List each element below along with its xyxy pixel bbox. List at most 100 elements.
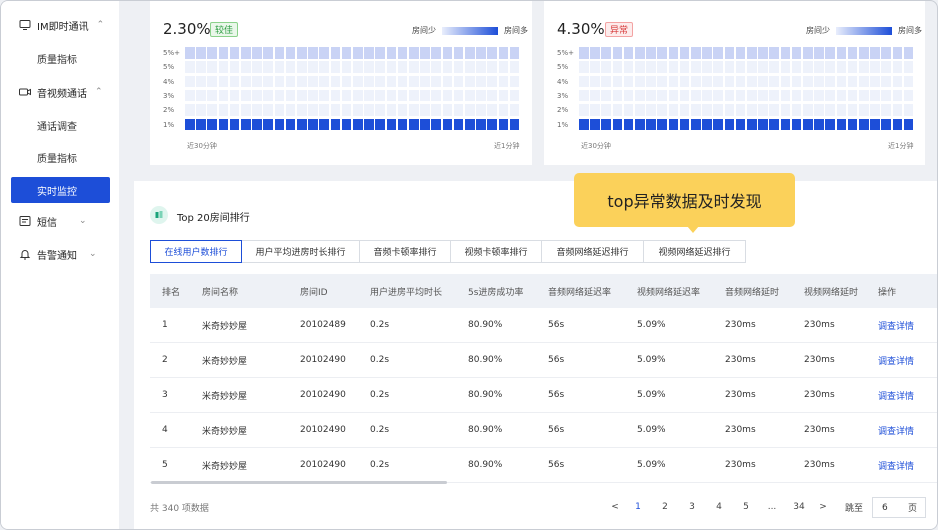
tab-avg-join-time[interactable]: 用户平均进房时长排行: [242, 240, 360, 263]
page-button[interactable]: 4: [713, 499, 725, 515]
heat-cell: [870, 89, 880, 102]
heat-cell: [297, 47, 307, 59]
heat-cell: [724, 61, 735, 73]
y-axis-tick: 4%: [163, 77, 175, 86]
heat-cell: [285, 61, 296, 73]
heat-cell: [341, 75, 352, 88]
heat-cell: [465, 118, 475, 130]
heat-cell: [319, 89, 329, 102]
column-header: 用户进房平均时长: [370, 287, 443, 298]
page-button[interactable]: 1: [632, 499, 644, 515]
heat-cell: [263, 89, 273, 102]
sidebar-group-av[interactable]: 音视频通话 ⌃: [19, 82, 103, 102]
tab-audio-delay[interactable]: 音频网络延迟排行: [542, 240, 644, 263]
page-button[interactable]: 3: [686, 499, 698, 515]
heat-cell: [375, 89, 385, 102]
heat-cell: [612, 75, 623, 88]
heat-cell: [196, 61, 206, 73]
heat-cell: [859, 89, 869, 102]
tab-online-users[interactable]: 在线用户数排行: [150, 240, 242, 263]
investigate-details-link[interactable]: 调查详情: [878, 343, 914, 377]
table-cell: 2: [162, 355, 168, 365]
heat-cell: [207, 47, 217, 59]
sidebar-group-sms[interactable]: 短信 ⌄: [19, 211, 87, 231]
tab-video-stutter[interactable]: 视频卡顿率排行: [451, 240, 542, 263]
heat-cell: [431, 61, 441, 73]
heat-cell: [635, 47, 645, 59]
heat-cell: [453, 75, 464, 88]
heat-cell: [431, 89, 441, 102]
page-ellipsis[interactable]: ...: [764, 499, 780, 515]
heat-cell: [836, 118, 847, 130]
heat-cell: [859, 118, 869, 130]
heat-cell: [657, 104, 667, 116]
investigate-details-link[interactable]: 调查详情: [878, 413, 914, 447]
heat-cell: [814, 47, 824, 59]
heat-cell: [319, 47, 329, 59]
heat-cell: [668, 75, 679, 88]
sidebar-item-realtime-monitor[interactable]: 实时监控: [11, 177, 110, 203]
column-header: 5s进房成功率: [468, 287, 524, 298]
column-header: 音频网络延时: [725, 287, 780, 298]
investigate-details-link[interactable]: 调查详情: [878, 308, 914, 342]
page-button[interactable]: 2: [659, 499, 671, 515]
table-row: 5 米奇妙妙屋 20102490 0.2s 80.90% 56s 5.09% 230ms 230…: [150, 448, 937, 483]
heat-cell: [892, 75, 903, 88]
heat-cell: [735, 61, 746, 73]
heat-cell: [668, 61, 679, 73]
heat-cell: [646, 104, 656, 116]
ranking-tabs: 在线用户数排行 用户平均进房时长排行 音频卡顿率排行 视频卡顿率排行 音频网络延…: [150, 240, 746, 263]
heat-cell: [646, 75, 656, 88]
investigate-details-link[interactable]: 调查详情: [878, 378, 914, 412]
tab-audio-stutter[interactable]: 音频卡顿率排行: [360, 240, 451, 263]
table-cell: 1: [162, 320, 168, 330]
next-page-button[interactable]: >: [818, 499, 828, 515]
heat-cell: [274, 61, 285, 73]
heat-cell: [274, 75, 285, 88]
page-unit: 页: [907, 504, 917, 514]
table-header: 排名 房间名称 房间ID 用户进房平均时长 5s进房成功率 音频网络延迟率 视频…: [150, 274, 937, 308]
heat-cell: [308, 104, 318, 116]
heat-cell: [509, 104, 520, 116]
rate-value: 2.30%: [163, 20, 211, 38]
heat-cell: [836, 89, 847, 102]
tab-video-delay[interactable]: 视频网络延迟排行: [644, 240, 746, 263]
heat-cell: [487, 61, 497, 73]
table-horizontal-scrollbar[interactable]: [151, 481, 447, 484]
heat-cell: [903, 118, 914, 130]
heat-cell: [487, 118, 497, 130]
prev-page-button[interactable]: <: [610, 499, 620, 515]
sidebar-item-av-quality[interactable]: 质量指标: [37, 147, 77, 167]
heat-cell: [409, 75, 419, 88]
heat-cell: [679, 89, 690, 102]
y-axis-tick: 5%+: [557, 49, 574, 57]
heat-cell: [679, 104, 690, 116]
heat-cell: [364, 89, 374, 102]
sidebar-item-call-investigation[interactable]: 通话调查: [37, 115, 77, 135]
jump-label: 跳至: [844, 503, 863, 514]
heat-cell: [859, 104, 869, 116]
heat-cell: [612, 47, 623, 59]
heat-cell: [341, 104, 352, 116]
heat-cell: [397, 47, 408, 59]
jump-page-input[interactable]: 6 页: [872, 497, 926, 518]
heat-cell: [218, 89, 229, 102]
heat-cell: [498, 118, 509, 130]
heat-cell: [881, 104, 891, 116]
heat-cell: [498, 75, 509, 88]
investigate-details-link[interactable]: 调查详情: [878, 448, 914, 482]
table-cell: 米奇妙妙屋: [202, 321, 248, 332]
page-button[interactable]: 34: [790, 499, 808, 515]
sidebar-group-im[interactable]: IM即时通讯 ⌃: [19, 15, 104, 35]
heat-cell: [724, 47, 735, 59]
page-button[interactable]: 5: [740, 499, 752, 515]
heat-cell: [453, 118, 464, 130]
sidebar-item-quality[interactable]: 质量指标: [37, 48, 77, 68]
table-cell: 230ms: [725, 390, 756, 400]
sidebar-group-alert[interactable]: 告警通知 ⌄: [19, 244, 97, 264]
heat-cell: [185, 75, 195, 88]
heat-cell: [881, 75, 891, 88]
heat-cell: [185, 104, 195, 116]
column-header: 房间名称: [202, 287, 239, 298]
heat-cell: [229, 118, 240, 130]
